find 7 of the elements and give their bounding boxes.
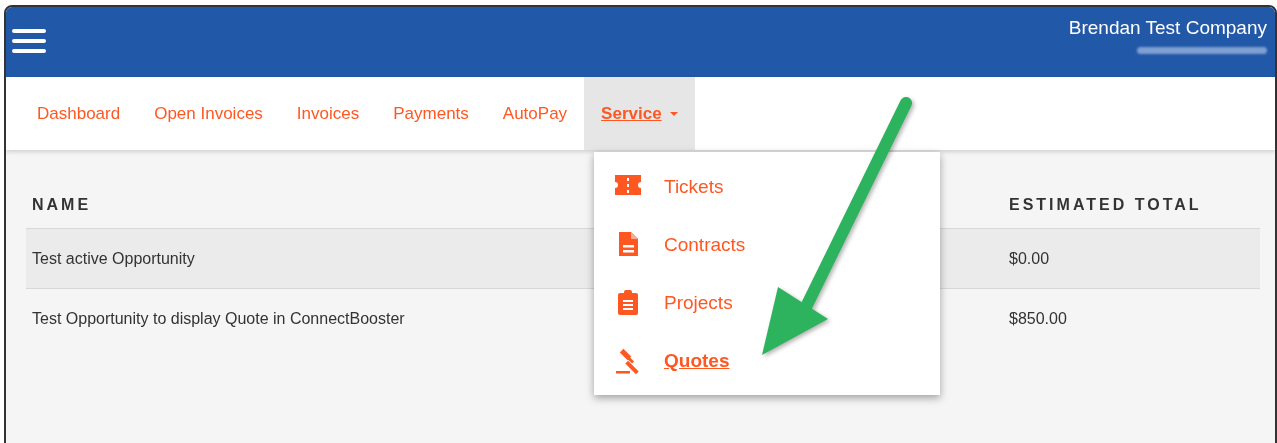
column-header: ESTIMATED TOTAL — [1008, 196, 1203, 215]
table-cell-text: $850.00 — [1008, 309, 1068, 328]
table-cell-text: $0.00 — [1008, 249, 1051, 268]
company-name: Brendan Test Company — [1068, 17, 1267, 39]
column-header: NAME — [31, 196, 93, 215]
table-cell-text: Test active Opportunity — [31, 249, 196, 268]
table-cell-text: Test Opportunity to display Quote in ConnectBooster — [31, 309, 406, 328]
